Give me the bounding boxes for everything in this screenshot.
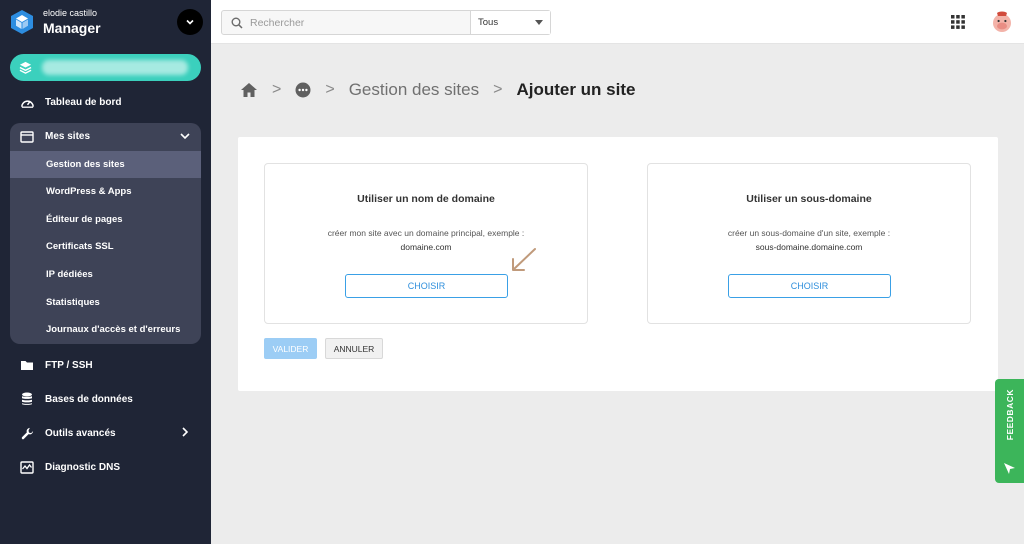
chevron-right-icon: >	[272, 81, 282, 98]
option-card-example: sous-domaine.domaine.com	[755, 242, 863, 252]
more-horizontal-icon[interactable]	[295, 82, 311, 98]
sidebar-item-advanced-tools[interactable]: Outils avancés	[10, 418, 201, 448]
option-card-domain: Utiliser un nom de domaine créer mon sit…	[264, 163, 588, 324]
sidebar-subitem-statistics[interactable]: Statistiques	[10, 289, 201, 316]
add-site-panel: Utiliser un nom de domaine créer mon sit…	[238, 137, 998, 391]
app-name: Manager	[43, 20, 101, 36]
account-username: elodie castillo	[43, 8, 98, 18]
chevron-right-icon: >	[493, 81, 503, 98]
sidebar-item-label: Outils avancés	[45, 427, 116, 439]
sidebar-subitem-label: Éditeur de pages	[46, 214, 123, 225]
sidebar-item-label: Bases de données	[45, 393, 133, 405]
chevron-down-icon	[186, 19, 194, 25]
browser-window-icon	[19, 129, 35, 145]
option-card-description: créer un sous-domaine d'un site, exemple…	[727, 228, 891, 238]
sidebar-subitem-label: WordPress & Apps	[46, 186, 132, 197]
account-menu-button[interactable]	[177, 9, 203, 35]
search-scope-value: Tous	[478, 17, 499, 28]
send-arrow-icon	[1004, 463, 1015, 474]
sidebar-subitem-label: Journaux d'accès et d'erreurs	[46, 324, 181, 335]
wrench-icon	[19, 425, 35, 441]
sidebar-item-label: Diagnostic DNS	[45, 461, 121, 473]
database-icon	[19, 391, 35, 407]
pointer-arrow-icon	[512, 248, 536, 271]
option-card-title: Utiliser un nom de domaine	[357, 193, 495, 205]
home-icon[interactable]	[240, 82, 258, 98]
breadcrumb: > > Gestion des sites > Ajouter un site	[240, 78, 635, 102]
account-selector[interactable]	[10, 54, 201, 81]
chevron-right-icon	[182, 427, 189, 437]
search-scope-select[interactable]: Tous	[470, 11, 550, 34]
choose-subdomain-button[interactable]: CHOISIR	[728, 274, 891, 298]
sidebar-subitem-access-error-logs[interactable]: Journaux d'accès et d'erreurs	[10, 316, 201, 343]
sidebar-subitem-ssl-certificates[interactable]: Certificats SSL	[10, 233, 201, 260]
cancel-button[interactable]: ANNULER	[325, 338, 383, 359]
breadcrumb-link-site-management[interactable]: Gestion des sites	[349, 80, 479, 100]
caret-down-icon	[535, 20, 543, 25]
page-title: Ajouter un site	[516, 80, 636, 99]
blurred-account-name	[42, 60, 188, 75]
apps-grid-icon[interactable]	[951, 15, 965, 29]
sidebar-item-my-sites[interactable]: Mes sites	[10, 123, 201, 150]
feedback-label: FEEDBACK	[1004, 389, 1015, 441]
search-input[interactable]	[250, 16, 450, 29]
top-bar: Tous	[211, 0, 1024, 44]
choose-domain-button[interactable]: CHOISIR	[345, 274, 508, 298]
folder-icon	[19, 357, 35, 373]
sidebar-subitem-dedicated-ip[interactable]: IP dédiées	[10, 261, 201, 288]
option-card-example: domaine.com	[400, 242, 452, 252]
option-card-description: créer mon site avec un domaine principal…	[327, 228, 525, 238]
search-field[interactable]	[222, 11, 470, 34]
network-diagnostic-icon	[19, 459, 35, 475]
sidebar-subitem-site-management[interactable]: Gestion des sites	[10, 151, 201, 178]
validate-button[interactable]: VALIDER	[264, 338, 317, 359]
search-bar: Tous	[221, 10, 551, 35]
option-card-title: Utiliser un sous-domaine	[746, 193, 872, 205]
sidebar-item-ftp-ssh[interactable]: FTP / SSH	[10, 350, 201, 380]
sidebar-subitem-wordpress-apps[interactable]: WordPress & Apps	[10, 178, 201, 205]
sidebar-item-dns-diagnostic[interactable]: Diagnostic DNS	[10, 452, 201, 482]
sidebar-item-dashboard[interactable]: Tableau de bord	[10, 87, 201, 117]
sidebar: elodie castillo Manager Tableau de bord …	[0, 0, 211, 544]
sidebar-item-label: FTP / SSH	[45, 359, 93, 371]
sidebar-subitem-page-editor[interactable]: Éditeur de pages	[10, 206, 201, 233]
sidebar-item-label: Tableau de bord	[45, 96, 122, 108]
search-icon	[231, 17, 243, 29]
sidebar-item-databases[interactable]: Bases de données	[10, 384, 201, 414]
sidebar-group-my-sites: Mes sites Gestion des sites WordPress & …	[10, 123, 201, 344]
layers-icon	[19, 61, 32, 74]
sidebar-subitem-label: Statistiques	[46, 297, 100, 308]
sidebar-subitem-label: Certificats SSL	[46, 241, 114, 252]
brand-header: elodie castillo Manager	[0, 0, 211, 44]
feedback-tab[interactable]: FEEDBACK	[995, 379, 1024, 483]
gauge-icon	[19, 94, 35, 110]
option-card-subdomain: Utiliser un sous-domaine créer un sous-d…	[647, 163, 971, 324]
user-avatar[interactable]	[991, 10, 1013, 34]
chevron-right-icon: >	[325, 81, 335, 98]
sidebar-item-label: Mes sites	[45, 131, 91, 142]
sidebar-subitem-label: IP dédiées	[46, 269, 93, 280]
chevron-down-icon	[180, 133, 190, 140]
sidebar-subitem-label: Gestion des sites	[46, 159, 125, 170]
manager-logo-icon	[11, 10, 33, 34]
